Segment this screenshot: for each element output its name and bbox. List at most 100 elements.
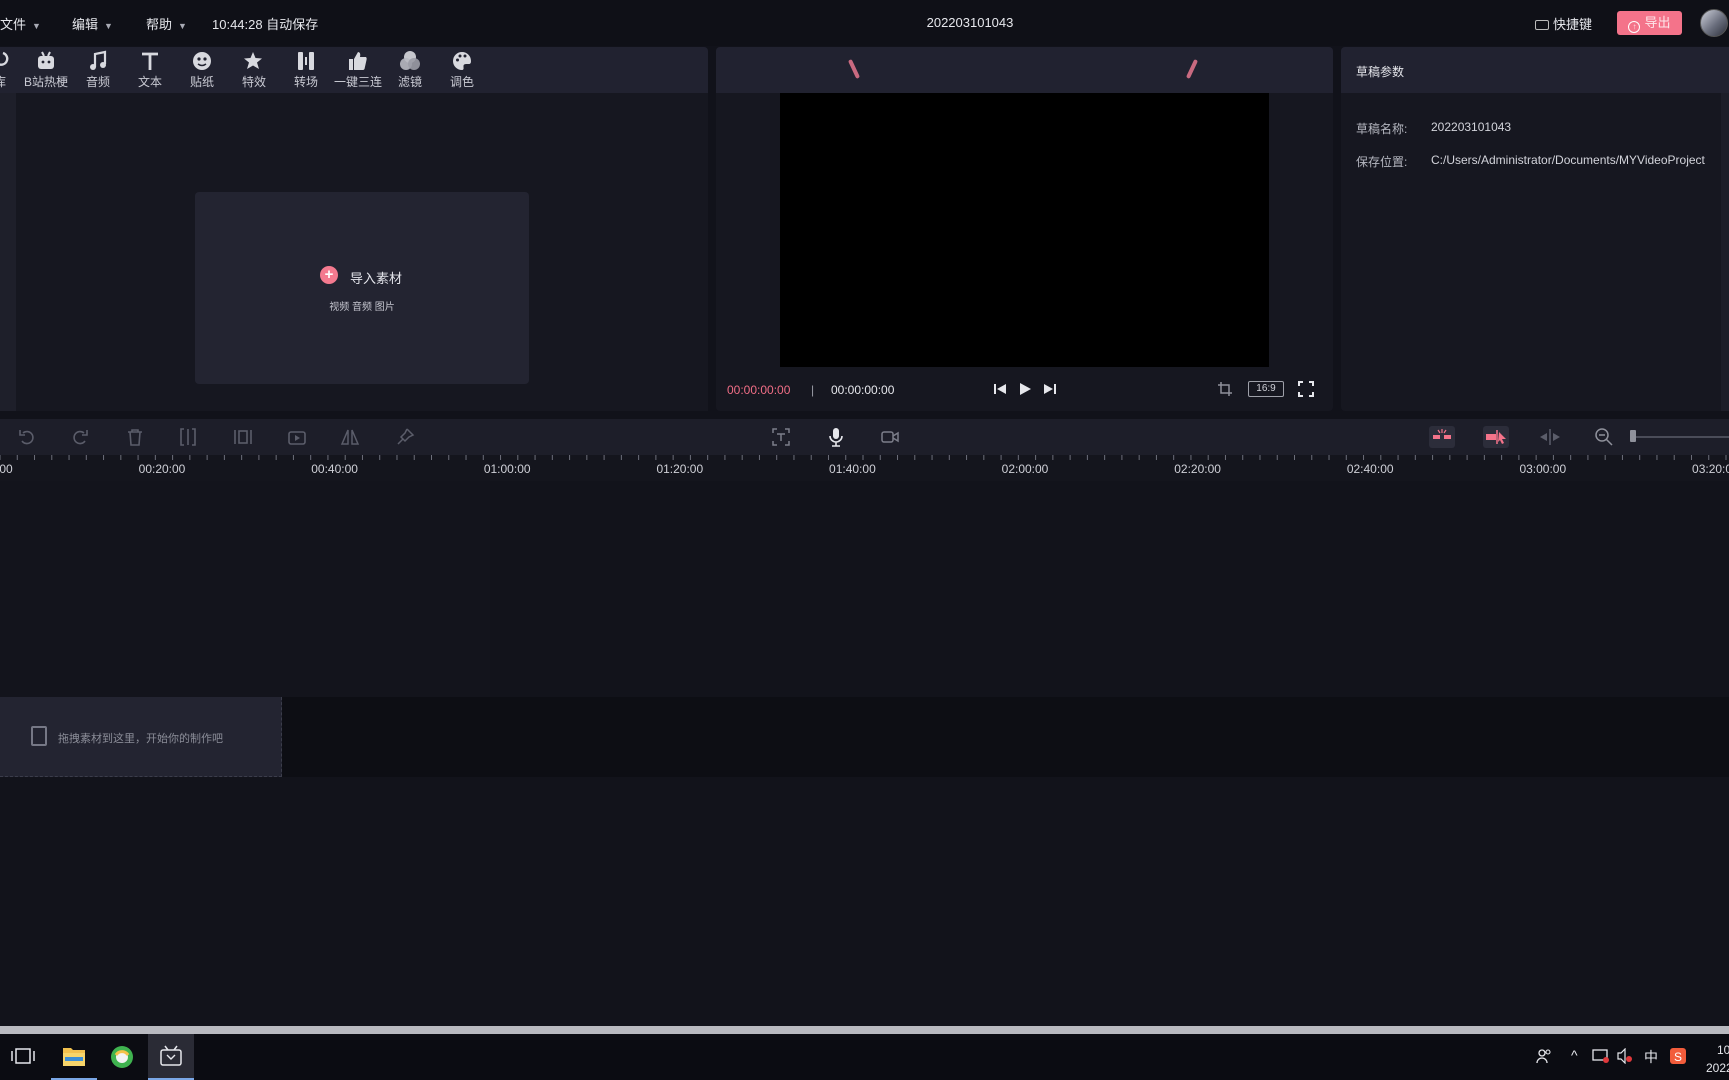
plus-icon: + bbox=[320, 266, 338, 284]
tab-color[interactable]: 调色 bbox=[436, 50, 488, 90]
film-strip-icon bbox=[31, 726, 47, 746]
split-icon[interactable] bbox=[178, 427, 198, 447]
task-view-button[interactable] bbox=[0, 1034, 46, 1080]
crop-marker-left bbox=[847, 59, 861, 79]
effects-star-icon bbox=[244, 52, 262, 69]
import-sub-label: 视频 音频 图片 bbox=[329, 302, 395, 313]
taskbar-360-browser[interactable] bbox=[99, 1034, 145, 1080]
ruler-tick-label: 02:00:00 bbox=[1001, 462, 1049, 476]
app-window: 文件 ▼ 编辑 ▼ 帮助 ▼ 10:44:28 自动保存 202203101043 快… bbox=[0, 0, 1729, 1080]
draft-name-label: 草稿名称: bbox=[1356, 122, 1408, 136]
tab-triple[interactable]: 一键三连 bbox=[332, 50, 384, 90]
tab-label: 音频 bbox=[85, 75, 110, 89]
duration-timecode: 00:00:00:00 bbox=[831, 383, 895, 397]
timeline-area[interactable]: 拖拽素材到这里，开始你的制作吧 bbox=[0, 481, 1729, 1029]
import-media-card[interactable]: + 导入素材 视频 音频 图片 bbox=[195, 192, 529, 384]
clock-time[interactable]: 10 bbox=[1717, 1043, 1729, 1057]
tab-audio[interactable]: 音频 bbox=[72, 50, 124, 90]
tab-label: B站热梗 bbox=[23, 75, 68, 89]
ruler-tick-label: 00:20:00 bbox=[138, 462, 186, 476]
tab-label: 文本 bbox=[137, 75, 162, 89]
tab-effects[interactable]: 特效 bbox=[228, 50, 280, 90]
undo-icon[interactable] bbox=[17, 427, 37, 447]
microphone-icon[interactable] bbox=[826, 427, 846, 447]
aspect-ratio-button[interactable]: 16:9 bbox=[1248, 381, 1284, 397]
transition-icon bbox=[298, 52, 314, 70]
fullscreen-icon[interactable] bbox=[1298, 381, 1314, 397]
svg-text:S: S bbox=[1674, 1050, 1682, 1064]
camera-icon[interactable] bbox=[880, 427, 900, 447]
import-label: 导入素材 bbox=[350, 271, 403, 286]
video-canvas[interactable] bbox=[780, 93, 1269, 367]
save-location-label: 保存位置: bbox=[1356, 155, 1408, 169]
taskbar-file-explorer[interactable] bbox=[51, 1034, 97, 1080]
draft-name-value: 202203101043 bbox=[1431, 120, 1512, 134]
main-track[interactable]: 拖拽素材到这里，开始你的制作吧 bbox=[0, 697, 1729, 777]
tab-text[interactable]: 文本 bbox=[124, 50, 176, 90]
current-timecode: 00:00:00:00 bbox=[727, 383, 791, 397]
timeline-empty-region bbox=[0, 481, 490, 697]
drop-hint: 拖拽素材到这里，开始你的制作吧 bbox=[58, 733, 223, 745]
media-tab-bar: 库 B站热梗 音频 文本 贴纸 特效 bbox=[0, 47, 708, 93]
clock-date[interactable]: 2022 bbox=[1706, 1061, 1729, 1075]
crop-icon[interactable] bbox=[1217, 381, 1233, 397]
tab-filter[interactable]: 滤镜 bbox=[384, 50, 436, 90]
sogou-ime-icon[interactable]: S bbox=[1669, 1047, 1687, 1065]
snap-icon[interactable] bbox=[1429, 426, 1455, 448]
timeline-toolbar bbox=[0, 419, 1729, 455]
skip-forward-icon[interactable] bbox=[1042, 381, 1058, 397]
ruler-tick-label: 03:00:00 bbox=[1519, 462, 1567, 476]
mirror-icon[interactable] bbox=[340, 427, 360, 447]
play-icon[interactable] bbox=[1017, 381, 1033, 397]
zoom-out-icon[interactable] bbox=[1594, 427, 1614, 447]
text-icon bbox=[142, 52, 158, 70]
tab-label: 调色 bbox=[449, 75, 474, 89]
export-button[interactable]: ↑ 导出 bbox=[1617, 11, 1682, 35]
tab-transition[interactable]: 转场 bbox=[280, 50, 332, 90]
tab-bilibili[interactable]: B站热梗 bbox=[20, 50, 72, 90]
upload-icon: ↑ bbox=[1628, 21, 1641, 33]
preview-panel: 00:00:00:00 | 00:00:00:00 16:9 bbox=[716, 47, 1333, 411]
filter-icon bbox=[400, 51, 420, 70]
sticker-icon bbox=[193, 52, 211, 70]
chevron-up-icon[interactable]: ^ bbox=[1571, 1047, 1578, 1063]
timecode-separator: | bbox=[811, 383, 815, 397]
freeze-frame-icon[interactable] bbox=[287, 427, 307, 447]
ruler-tick-label: 00:40:00 bbox=[311, 462, 358, 476]
zoom-slider-handle[interactable] bbox=[1630, 430, 1636, 442]
drop-zone[interactable]: 拖拽素材到这里，开始你的制作吧 bbox=[0, 697, 282, 777]
palette-icon bbox=[453, 52, 471, 70]
network-icon[interactable] bbox=[1592, 1048, 1610, 1064]
params-header: 草稿参数 bbox=[1341, 47, 1729, 93]
media-panel: 库 B站热梗 音频 文本 贴纸 特效 bbox=[0, 47, 708, 411]
ruler-tick-label: 01:00:00 bbox=[483, 462, 531, 476]
zoom-slider-track[interactable] bbox=[1632, 436, 1729, 438]
params-scrollbar[interactable] bbox=[1721, 93, 1729, 411]
timeline-horizontal-scrollbar[interactable] bbox=[0, 1026, 1729, 1034]
volume-muted-icon[interactable] bbox=[1616, 1048, 1634, 1064]
ruler-tick-label: 02:40:00 bbox=[1346, 462, 1394, 476]
ime-indicator[interactable]: 中 bbox=[1644, 1047, 1658, 1067]
trim-icon[interactable] bbox=[233, 427, 253, 447]
delete-icon[interactable] bbox=[125, 427, 145, 447]
skip-back-icon[interactable] bbox=[992, 381, 1008, 397]
shortcut-button[interactable]: 快捷键 bbox=[1535, 14, 1592, 33]
tab-label: 一键三连 bbox=[333, 75, 382, 89]
timeline-ruler[interactable]: 00 00:20:00 00:40:00 01:00:00 01:20:00 01:40:… bbox=[0, 455, 1729, 481]
bilibili-icon bbox=[38, 51, 54, 69]
windows-taskbar: ^ 中 S 10 2022 bbox=[0, 1034, 1729, 1080]
linkage-icon[interactable] bbox=[1483, 426, 1509, 448]
pin-icon[interactable] bbox=[395, 427, 415, 447]
taskbar-video-editor[interactable] bbox=[148, 1034, 194, 1080]
preview-axis-icon[interactable] bbox=[1538, 427, 1562, 447]
avatar[interactable] bbox=[1700, 9, 1728, 37]
editor-app-icon bbox=[160, 1045, 182, 1066]
auto-caption-icon[interactable] bbox=[771, 427, 791, 447]
crop-marker-right bbox=[1185, 59, 1199, 79]
redo-icon[interactable] bbox=[70, 427, 90, 447]
tab-sticker[interactable]: 贴纸 bbox=[176, 50, 228, 90]
people-icon[interactable] bbox=[1535, 1047, 1553, 1065]
project-title: 202203101043 bbox=[926, 15, 1014, 30]
tab-label: 转场 bbox=[293, 75, 318, 89]
ruler-tick-label: 03:20:00 bbox=[1692, 462, 1729, 476]
